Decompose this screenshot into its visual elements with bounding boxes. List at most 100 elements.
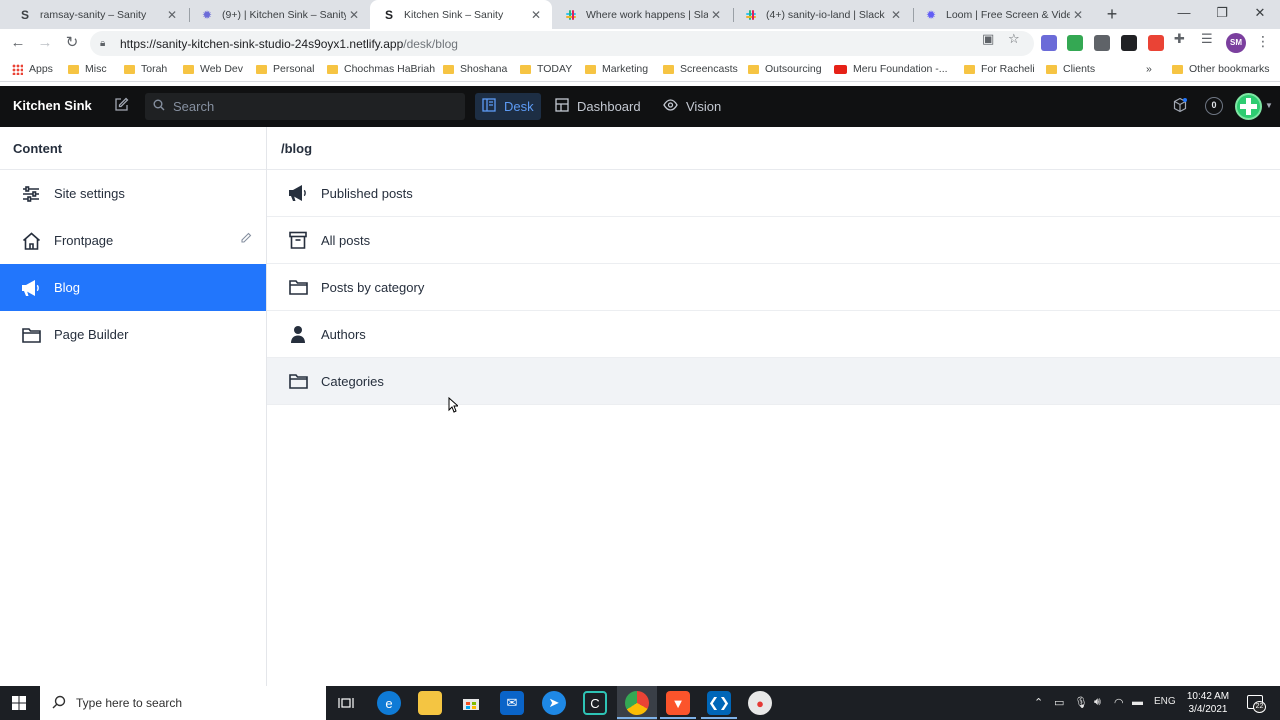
bookmark-folder[interactable]: Clients (1046, 63, 1095, 75)
extension-icon[interactable] (1067, 35, 1083, 51)
blog-item-published-posts[interactable]: Published posts (267, 170, 1280, 217)
folder-icon (287, 276, 309, 298)
blog-item-all-posts[interactable]: All posts (267, 217, 1280, 264)
blog-item-categories[interactable]: Categories (267, 358, 1280, 405)
new-tab-button[interactable]: + (1102, 4, 1122, 24)
other-bookmarks[interactable]: Other bookmarks (1172, 63, 1270, 75)
close-icon[interactable]: ✕ (708, 8, 724, 22)
package-icon[interactable] (1172, 97, 1188, 116)
extension-icon[interactable] (1148, 35, 1164, 51)
bookmark-folder[interactable]: Torah (124, 63, 167, 75)
taskbar-search-placeholder: Type here to search (76, 696, 183, 710)
wifi-icon[interactable]: ◠ (1114, 696, 1124, 709)
studio-brand[interactable]: Kitchen Sink (13, 98, 92, 113)
tool-dashboard[interactable]: Dashboard (548, 93, 648, 120)
battery-icon[interactable]: ▬ (1132, 696, 1143, 708)
bookmark-star-icon[interactable]: ☆ (1008, 31, 1020, 47)
tool-desk[interactable]: Desk (475, 93, 541, 120)
browser-app-icon[interactable]: ➤ (542, 691, 566, 715)
sanity-s-icon: S (384, 7, 393, 22)
address-bar[interactable]: 🔒︎ https://sanity-kitchen-sink-studio-24… (90, 31, 1034, 56)
media-icon[interactable]: ☰ (1201, 31, 1213, 47)
mail-icon[interactable]: ✉ (500, 691, 524, 715)
folder-icon (256, 64, 267, 74)
bookmark-folder[interactable]: Outsourcing (748, 63, 822, 75)
lock-icon[interactable]: 🔒︎ (100, 38, 112, 49)
bookmark-apps[interactable]: Apps (12, 63, 53, 75)
compose-icon[interactable] (114, 97, 129, 116)
content-item-blog[interactable]: Blog (0, 264, 266, 311)
volume-icon[interactable]: 🔊︎ (1094, 696, 1101, 709)
archive-icon (287, 229, 309, 251)
bookmark-folder[interactable]: For Racheli (964, 63, 1035, 75)
bookmark-folder[interactable]: Personal (256, 63, 314, 75)
extension-icon[interactable] (1041, 35, 1057, 51)
terminal-app-icon[interactable]: C (583, 691, 607, 715)
studio-search-input[interactable]: Search (145, 93, 465, 120)
restore-button[interactable]: ❐ (1212, 5, 1232, 21)
back-button[interactable]: ← (8, 33, 28, 53)
close-icon[interactable]: ✕ (346, 8, 362, 22)
browser-tab[interactable]: ✹ Loom | Free Screen & Video ✕ (912, 0, 1094, 29)
profile-avatar[interactable]: SM (1226, 33, 1246, 53)
edge-icon[interactable]: e (377, 691, 401, 715)
content-item-label: Blog (54, 280, 81, 295)
taskbar-search-input[interactable]: Type here to search (40, 686, 326, 720)
meet-now-icon[interactable]: ▭ (1054, 696, 1064, 709)
recorder-icon[interactable]: ● (748, 691, 772, 715)
more-icon[interactable]: ⋮ (1256, 33, 1270, 50)
bookmark-folder[interactable]: Marketing (585, 63, 648, 75)
extension-icon[interactable] (1121, 35, 1137, 51)
presence-count-badge[interactable]: 0 (1205, 97, 1223, 115)
extension-icon[interactable] (1094, 35, 1110, 51)
task-view-icon[interactable] (334, 691, 358, 715)
tool-vision[interactable]: Vision (656, 93, 728, 120)
folder-icon (68, 64, 79, 74)
close-icon[interactable]: ✕ (1070, 8, 1086, 22)
close-window-button[interactable]: ✕ (1250, 5, 1270, 21)
chevron-up-icon[interactable]: ⌃ (1034, 696, 1043, 709)
bookmark-youtube[interactable]: Meru Foundation -... (834, 63, 948, 75)
browser-tab-active[interactable]: S Kitchen Sink – Sanity ✕ (370, 0, 552, 29)
more-bookmarks-button[interactable]: » (1146, 63, 1152, 75)
bookmark-folder[interactable]: Shoshana (443, 63, 507, 75)
content-item-site-settings[interactable]: Site settings (0, 170, 266, 217)
blog-item-authors[interactable]: Authors (267, 311, 1280, 358)
file-explorer-icon[interactable] (418, 691, 442, 715)
reload-button[interactable]: ↻ (62, 33, 82, 53)
brave-icon[interactable]: ▼ (666, 691, 690, 715)
browser-toolbar: ← → ↻ 🔒︎ https://sanity-kitchen-sink-stu… (0, 29, 1280, 58)
blog-item-label: All posts (321, 232, 371, 248)
forward-button[interactable]: → (35, 33, 55, 53)
pencil-icon[interactable] (240, 232, 252, 247)
folder-icon (1172, 64, 1183, 74)
browser-tab[interactable]: (4+) sanity-io-land | Slack ✕ (732, 0, 912, 29)
close-icon[interactable]: ✕ (888, 8, 904, 22)
browser-tab[interactable]: ✹ (9+) | Kitchen Sink – Sanity ✕ (188, 0, 370, 29)
minimize-button[interactable]: — (1174, 5, 1194, 20)
camera-icon[interactable]: ▣ (982, 31, 994, 47)
vscode-icon[interactable]: ❮❯ (707, 691, 731, 715)
puzzle-icon[interactable]: ✚ (1174, 31, 1185, 47)
bookmark-folder[interactable]: Screencasts (663, 63, 738, 75)
chrome-icon[interactable] (625, 691, 649, 715)
chevron-down-icon[interactable]: ▼ (1265, 101, 1273, 110)
close-icon[interactable]: ✕ (164, 8, 180, 22)
taskbar-clock[interactable]: 10:42 AM 3/4/2021 (1180, 690, 1236, 716)
bookmark-folder[interactable]: TODAY (520, 63, 572, 75)
microphone-icon[interactable]: 🎙︎ (1074, 696, 1088, 709)
language-indicator[interactable]: ENG (1154, 696, 1176, 707)
browser-tab[interactable]: S ramsay-sanity – Sanity ✕ (6, 0, 188, 29)
blog-item-posts-by-category[interactable]: Posts by category (267, 264, 1280, 311)
bookmark-folder[interactable]: Misc (68, 63, 107, 75)
content-item-page-builder[interactable]: Page Builder (0, 311, 266, 358)
content-item-frontpage[interactable]: Frontpage (0, 217, 266, 264)
store-icon[interactable] (459, 691, 483, 715)
windows-start-icon[interactable] (12, 696, 26, 710)
bookmark-folder[interactable]: Web Dev (183, 63, 243, 75)
browser-tab[interactable]: Where work happens | Slack ✕ (552, 0, 732, 29)
close-icon[interactable]: ✕ (528, 8, 544, 22)
bookmark-folder[interactable]: Chochmas HaBriah (327, 63, 435, 75)
user-avatar[interactable] (1235, 93, 1262, 120)
content-item-label: Frontpage (54, 233, 114, 248)
